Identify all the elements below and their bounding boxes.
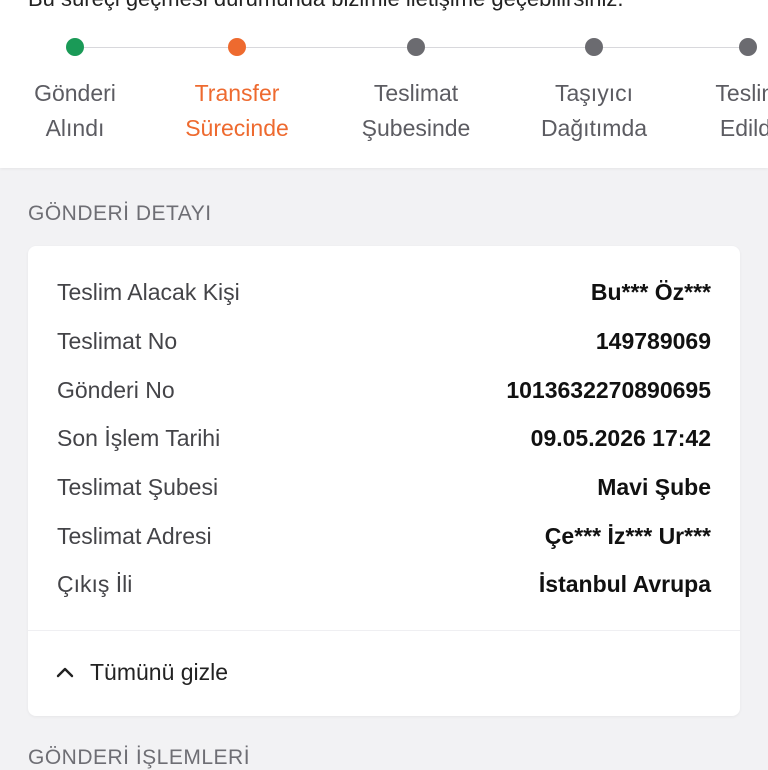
step-label-line2: Alındı — [45, 115, 105, 141]
shipment-operations-title: GÖNDERİ İŞLEMLERİ — [28, 746, 251, 769]
step-label-line2: Dağıtımda — [540, 115, 648, 141]
detail-label: Çıkış İli — [57, 570, 133, 597]
collapse-details-button[interactable]: Tümünü gizle — [54, 652, 228, 692]
status-dot — [228, 38, 246, 56]
detail-value: Mavi Şube — [597, 473, 711, 500]
step-at-branch: Teslimat Şubesinde — [326, 38, 506, 146]
step-out-for-delivery: Taşıyıcı Dağıtımda — [504, 38, 684, 146]
detail-value: 149789069 — [595, 327, 711, 354]
detail-row: Teslimat No 149789069 — [57, 321, 711, 361]
top-note: Bu süreçi geçmesi durumunda bizimle ilet… — [28, 0, 623, 12]
detail-label: Gönderi No — [57, 376, 175, 403]
detail-label: Teslimat Adresi — [57, 522, 212, 549]
detail-label: Teslimat No — [57, 327, 178, 354]
step-transfer: Transfer Sürecinde — [147, 38, 327, 146]
step-label-line2: Şubesinde — [361, 115, 471, 141]
status-dot — [585, 38, 603, 56]
detail-value: İstanbul Avrupa — [538, 570, 711, 597]
detail-row: Son İşlem Tarihi 09.05.2026 17:42 — [57, 418, 711, 458]
detail-value: 1013632270890695 — [506, 376, 711, 403]
step-label-line1: Gönderi — [34, 80, 116, 106]
collapse-details-label: Tümünü gizle — [90, 658, 229, 685]
detail-label: Teslim Alacak Kişi — [57, 278, 240, 305]
shipment-detail-card: Teslim Alacak Kişi Bu*** Öz*** Teslimat … — [28, 246, 740, 716]
detail-value: Bu*** Öz*** — [590, 278, 711, 305]
chevron-up-icon — [56, 667, 74, 678]
detail-row: Çıkış İli İstanbul Avrupa — [57, 564, 711, 604]
status-dot — [66, 38, 84, 56]
shipment-detail-title: GÖNDERİ DETAYI — [28, 202, 212, 225]
step-label-line1: Teslimat — [373, 80, 459, 106]
status-dot — [739, 38, 757, 56]
step-received: Gönderi Alındı — [0, 38, 165, 146]
step-delivered: Teslim Edildi — [658, 38, 768, 146]
step-label-line1: Transfer — [194, 80, 280, 106]
step-label-line2: Sürecinde — [185, 115, 289, 141]
tracking-panel: Bu süreçi geçmesi durumunda bizimle ilet… — [0, 0, 768, 168]
detail-row: Teslimat Adresi Çe*** İz*** Ur*** — [57, 516, 711, 556]
step-label-line2: Edildi — [719, 115, 768, 141]
detail-row: Gönderi No 1013632270890695 — [57, 370, 711, 410]
status-dot — [407, 38, 425, 56]
card-divider — [28, 630, 740, 631]
detail-row: Teslimat Şubesi Mavi Şube — [57, 467, 711, 507]
detail-label: Teslimat Şubesi — [57, 473, 219, 500]
detail-value: 09.05.2026 17:42 — [530, 424, 711, 451]
detail-row: Teslim Alacak Kişi Bu*** Öz*** — [57, 272, 711, 312]
detail-value: Çe*** İz*** Ur*** — [544, 522, 711, 549]
step-label-line1: Taşıyıcı — [555, 80, 633, 106]
step-label-line1: Teslim — [715, 80, 768, 106]
detail-label: Son İşlem Tarihi — [57, 424, 221, 451]
